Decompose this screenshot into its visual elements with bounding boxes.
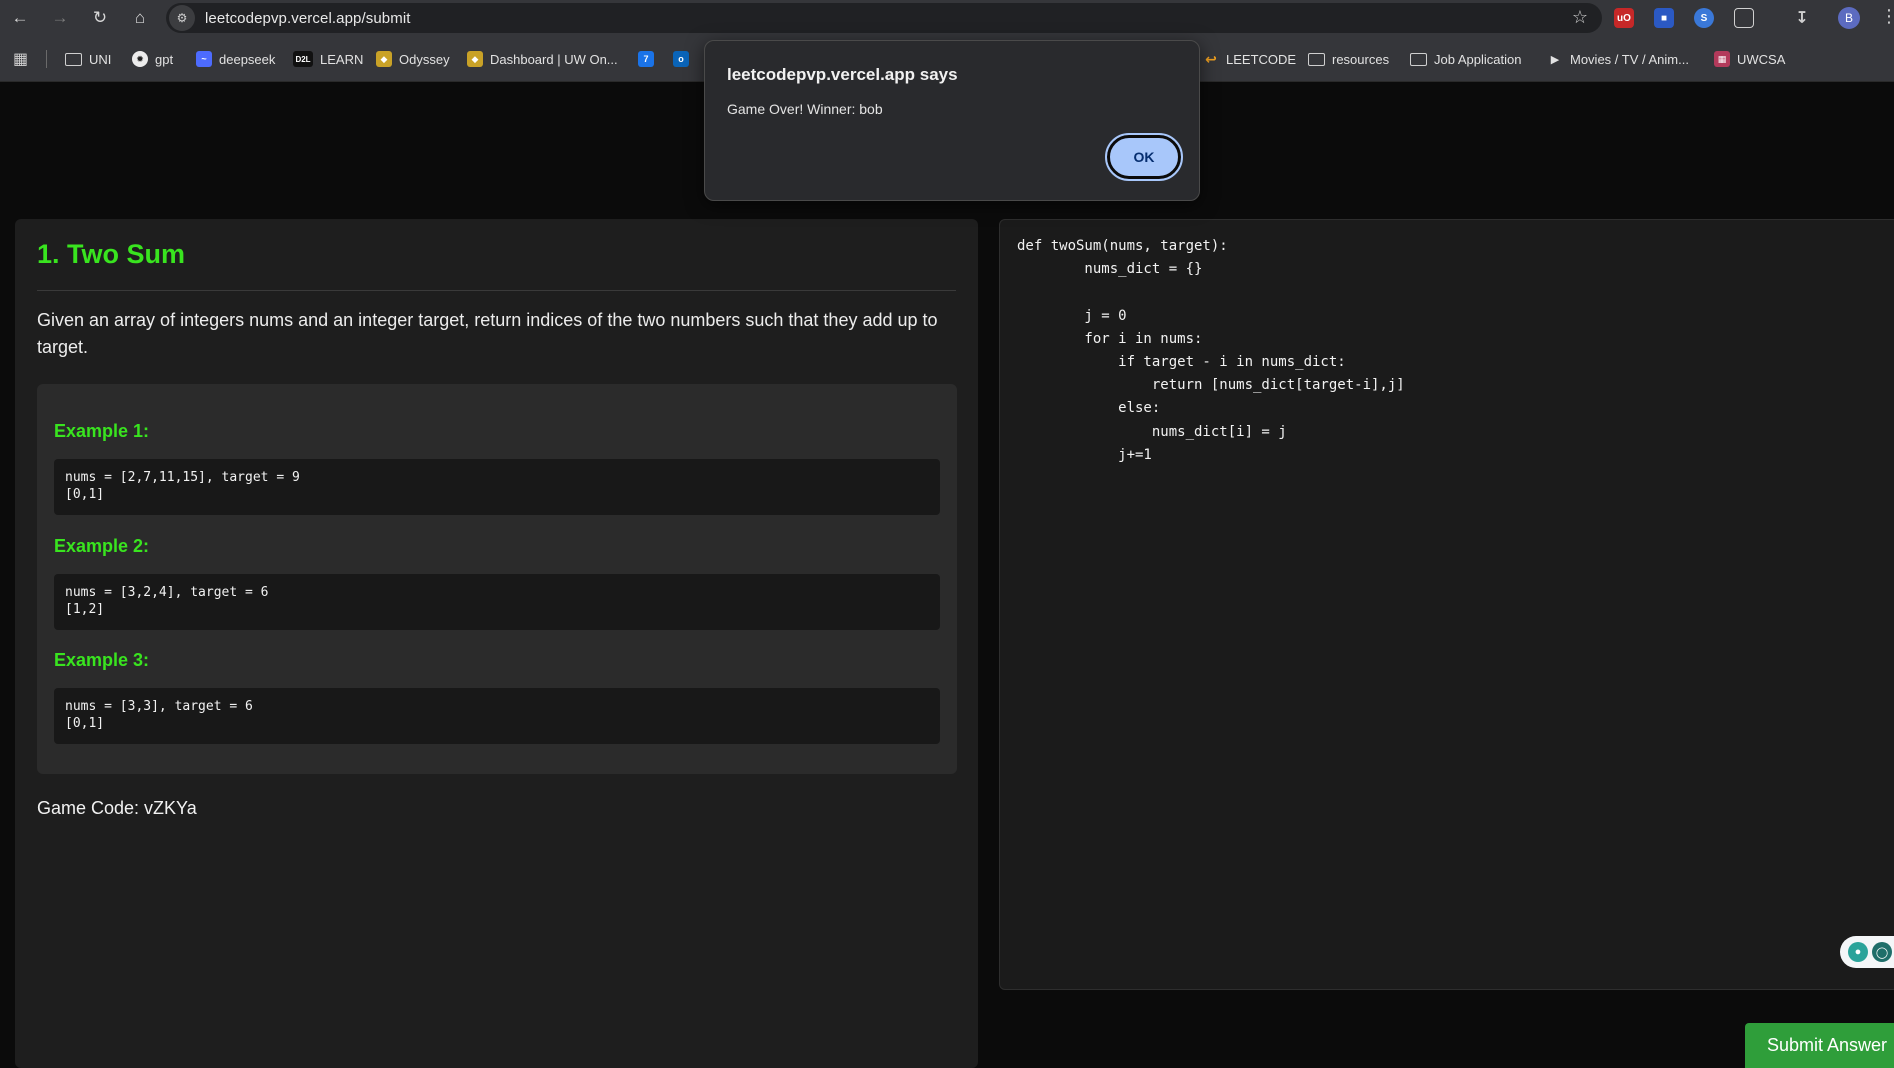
d2l-icon: D2L: [293, 51, 313, 67]
problem-description: Given an array of integers nums and an i…: [37, 310, 938, 357]
example-label: Example 1:: [54, 421, 150, 441]
example-label: Example 2:: [54, 536, 150, 556]
bookmarks-separator: [46, 50, 47, 68]
home-icon[interactable]: ⌂: [120, 0, 160, 36]
alert-dialog: leetcodepvp.vercel.app says Game Over! W…: [704, 40, 1200, 201]
outlook-icon: o: [673, 51, 689, 67]
shield-crest-icon: ◆: [467, 51, 483, 67]
example-input: nums = [3,2,4], target = 6: [65, 585, 269, 600]
problem-panel: 1. Two Sum Given an array of integers nu…: [15, 219, 978, 1068]
bookmark-movies[interactable]: ▶ Movies / TV / Anim...: [1547, 47, 1689, 71]
bookmark-calendar[interactable]: 7: [638, 47, 661, 71]
code-line[interactable]: if target - i in nums_dict:: [1017, 351, 1405, 374]
example-input: nums = [3,3], target = 6: [65, 699, 253, 714]
reload-icon[interactable]: ↻: [80, 0, 120, 36]
bookmark-job-application[interactable]: Job Application: [1410, 47, 1521, 71]
code-line[interactable]: return [nums_dict[target-i],j]: [1017, 374, 1405, 397]
apps-grid-icon[interactable]: ▦: [13, 47, 28, 71]
code-line[interactable]: j = 0: [1017, 305, 1405, 328]
bookmark-leetcode[interactable]: ↩ LEETCODE: [1203, 47, 1296, 71]
bookmark-odyssey[interactable]: ◆ Odyssey: [376, 47, 450, 71]
example-output: [1,2]: [65, 602, 105, 617]
calendar-icon: 7: [638, 51, 654, 67]
address-bar[interactable]: ⚙ leetcodepvp.vercel.app/submit ☆: [166, 3, 1602, 33]
example-label: Example 3:: [54, 650, 150, 670]
dialog-ok-button[interactable]: OK: [1105, 133, 1183, 181]
example-output: [0,1]: [65, 716, 105, 731]
code-line[interactable]: j+=1: [1017, 444, 1405, 467]
url-text[interactable]: leetcodepvp.vercel.app/submit: [205, 10, 411, 27]
sync-extension-icon[interactable]: S: [1694, 8, 1714, 28]
menu-kebab-icon[interactable]: ⋮: [1880, 6, 1894, 27]
back-icon[interactable]: ←: [0, 0, 40, 36]
shield-extension-icon[interactable]: ■: [1654, 8, 1674, 28]
code-line[interactable]: nums_dict = {}: [1017, 258, 1405, 281]
folder-icon: [65, 52, 82, 66]
folder-icon: [1410, 52, 1427, 66]
browser-toolbar: ← → ↻ ⌂ ⚙ leetcodepvp.vercel.app/submit …: [0, 0, 1894, 36]
deepseek-icon: ~: [196, 51, 212, 67]
example-input: nums = [2,7,11,15], target = 9: [65, 470, 300, 485]
code-area[interactable]: def twoSum(nums, target): nums_dict = {}…: [1017, 235, 1405, 467]
chat-bubble-icon[interactable]: ◯: [1872, 942, 1892, 962]
example-code: nums = [3,2,4], target = 6 [1,2]: [54, 574, 940, 630]
ublock-extension-icon[interactable]: uO: [1614, 8, 1634, 28]
bookmark-gpt[interactable]: ✹ gpt: [132, 47, 173, 71]
lightbulb-icon[interactable]: ●: [1848, 942, 1868, 962]
example-code: nums = [2,7,11,15], target = 9 [0,1]: [54, 459, 940, 515]
example-output: [0,1]: [65, 487, 105, 502]
bookmark-deepseek[interactable]: ~ deepseek: [196, 47, 275, 71]
puzzle-extensions-icon[interactable]: [1734, 8, 1754, 28]
code-line[interactable]: for i in nums:: [1017, 328, 1405, 351]
game-code: Game Code: vZKYa: [37, 798, 197, 818]
problem-title: 1. Two Sum: [37, 239, 186, 269]
bookmark-resources[interactable]: resources: [1308, 47, 1389, 71]
play-icon: ▶: [1550, 53, 1560, 66]
page-content: 1. Two Sum Given an array of integers nu…: [0, 82, 1894, 1068]
bookmark-learn[interactable]: D2L LEARN: [293, 47, 363, 71]
gpt-icon: ✹: [132, 51, 148, 67]
profile-avatar[interactable]: B: [1838, 7, 1860, 29]
code-line[interactable]: nums_dict[i] = j: [1017, 421, 1405, 444]
bookmark-dashboard[interactable]: ◆ Dashboard | UW On...: [467, 47, 618, 71]
submit-answer-button[interactable]: Submit Answer: [1745, 1023, 1894, 1068]
code-line[interactable]: [1017, 281, 1405, 304]
code-editor[interactable]: def twoSum(nums, target): nums_dict = {}…: [999, 219, 1894, 990]
bookmark-star-icon[interactable]: ☆: [1572, 7, 1588, 28]
leetcode-icon: ↩: [1205, 50, 1217, 67]
shield-crest-icon: ◆: [376, 51, 392, 67]
site-info-icon[interactable]: ⚙: [169, 5, 195, 31]
download-icon[interactable]: ↧: [1792, 8, 1812, 28]
title-divider: [37, 290, 956, 291]
folder-icon: [1308, 52, 1325, 66]
assistant-widget[interactable]: ● ◯: [1840, 936, 1894, 968]
dialog-title: leetcodepvp.vercel.app says: [727, 65, 958, 84]
uwcsa-icon: ▦: [1714, 51, 1730, 67]
bookmark-uni[interactable]: UNI: [65, 47, 111, 71]
extensions-area: uO ■ S ↧: [1614, 0, 1832, 36]
bookmark-uwcsa[interactable]: ▦ UWCSA: [1714, 47, 1785, 71]
dialog-message: Game Over! Winner: bob: [727, 101, 883, 117]
forward-icon[interactable]: →: [40, 0, 80, 36]
example-code: nums = [3,3], target = 6 [0,1]: [54, 688, 940, 744]
examples-box: Example 1: nums = [2,7,11,15], target = …: [37, 384, 957, 774]
code-line[interactable]: else:: [1017, 397, 1405, 420]
code-line[interactable]: def twoSum(nums, target):: [1017, 235, 1405, 258]
bookmark-outlook[interactable]: o: [673, 47, 696, 71]
